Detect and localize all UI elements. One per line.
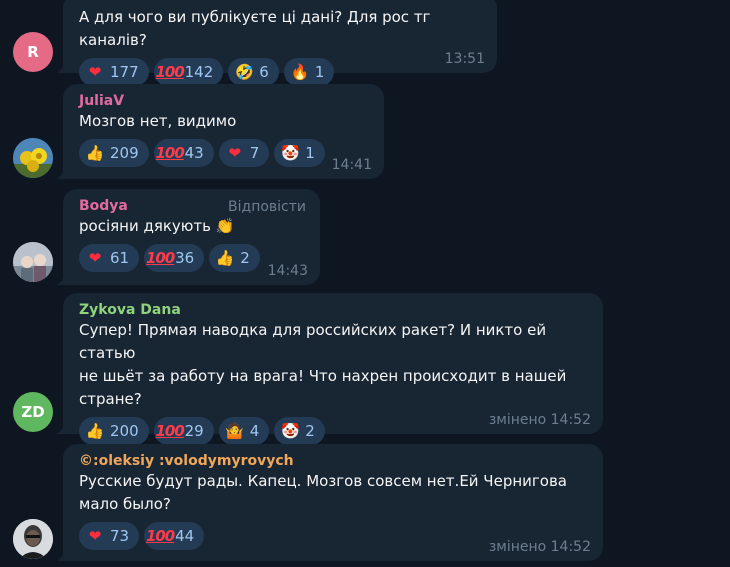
reaction-count: 200 xyxy=(110,422,139,440)
message-bubble[interactable]: ©:oleksiy :volodymyrovych Русские будут … xyxy=(63,444,603,561)
heart-icon: ❤ xyxy=(88,527,102,545)
reaction-thumbs-up[interactable]: 👍 209 xyxy=(79,139,149,167)
reaction-count: 73 xyxy=(110,527,130,545)
avatar-portrait-image xyxy=(13,519,53,559)
reaction-heart[interactable]: ❤ 177 xyxy=(79,58,149,86)
message-line: мало было? xyxy=(79,495,171,513)
bubble-tail xyxy=(56,551,64,561)
reaction-count: 142 xyxy=(184,63,214,81)
reaction-count: 7 xyxy=(249,144,260,162)
reaction-count: 2 xyxy=(240,249,250,267)
message-time: 14:41 xyxy=(331,157,372,173)
thumbs-up-icon: 👍 xyxy=(85,144,105,162)
thumbs-up-icon: 👍 xyxy=(215,249,235,267)
reaction-fire[interactable]: 🔥 1 xyxy=(283,58,335,86)
reaction-thumbs-up[interactable]: 👍 200 xyxy=(79,417,149,445)
message-bubble[interactable]: Bodya Відповісти росіяни дякують 👏 ❤ 61 1… xyxy=(63,189,320,285)
message-bubble[interactable]: Zykova Dana Супер! Прямая наводка для ро… xyxy=(63,293,603,445)
reaction-heart[interactable]: ❤ 73 xyxy=(79,522,140,550)
hundred-points-icon: 100 xyxy=(155,144,184,162)
bubble-tail xyxy=(56,63,64,73)
avatar[interactable] xyxy=(13,138,53,178)
message-line: Русские будут рады. Капец. Мозгов совсем… xyxy=(79,472,567,490)
avatar-initials: ZD xyxy=(21,403,45,421)
reactions-bar: ❤ 177 100 142 🤣 6 🔥 1 xyxy=(79,58,485,86)
bubble-tail xyxy=(56,424,64,434)
reaction-count: 1 xyxy=(305,144,315,162)
message-time: 13:51 xyxy=(444,51,485,67)
reaction-count: 4 xyxy=(249,422,260,440)
avatar[interactable]: R xyxy=(13,32,53,72)
reaction-rolling-laughing[interactable]: 🤣 6 xyxy=(228,58,279,86)
reaction-shrug[interactable]: 🤷 4 xyxy=(218,417,270,445)
reaction-count: 1 xyxy=(314,63,325,81)
hundred-points-icon: 100 xyxy=(155,422,184,440)
reaction-clown[interactable]: 🤡 2 xyxy=(274,417,325,445)
person-shrugging-icon: 🤷 xyxy=(225,422,245,440)
rolling-laughing-icon: 🤣 xyxy=(234,63,254,81)
sender-name[interactable]: Zykova Dana xyxy=(79,301,591,319)
avatar[interactable] xyxy=(13,519,53,559)
reaction-count: 29 xyxy=(184,422,204,440)
reaction-count: 2 xyxy=(305,422,315,440)
reaction-hundred[interactable]: 100 142 xyxy=(153,58,224,86)
heart-icon: ❤ xyxy=(228,144,242,162)
reaction-hundred[interactable]: 100 44 xyxy=(144,522,205,550)
message-text: росіяни дякують 👏 xyxy=(79,217,235,235)
heart-icon: ❤ xyxy=(88,63,102,81)
reaction-heart[interactable]: ❤ 61 xyxy=(79,244,140,272)
reaction-count: 177 xyxy=(110,63,139,81)
thumbs-up-icon: 👍 xyxy=(85,422,105,440)
message-text: А для чого ви публікуєте ці дані? Для ро… xyxy=(79,8,431,49)
avatar-photo-image xyxy=(13,242,53,282)
clown-face-icon: 🤡 xyxy=(280,422,300,440)
hundred-points-icon: 100 xyxy=(145,249,175,267)
hundred-points-icon: 100 xyxy=(145,527,175,545)
hundred-points-icon: 100 xyxy=(155,63,184,81)
reaction-hundred[interactable]: 100 36 xyxy=(144,244,205,272)
message-line: стране? xyxy=(79,390,142,408)
reaction-count: 44 xyxy=(175,527,195,545)
reaction-hundred[interactable]: 100 43 xyxy=(153,139,214,167)
message-text: Супер! Прямая наводка для российских рак… xyxy=(79,319,591,411)
message-time: змінено 14:52 xyxy=(488,412,591,428)
reactions-bar: 👍 209 100 43 ❤ 7 🤡 1 xyxy=(79,139,372,167)
sender-name[interactable]: ©:oleksiy :volodymyrovych xyxy=(79,452,591,470)
message-line: Супер! Прямая наводка для российских рак… xyxy=(79,321,547,362)
avatar[interactable]: ZD xyxy=(13,392,53,432)
avatar-flowers-image xyxy=(13,138,53,178)
clown-face-icon: 🤡 xyxy=(280,144,300,162)
bubble-tail xyxy=(56,169,64,179)
reaction-hundred[interactable]: 100 29 xyxy=(153,417,214,445)
message-time: змінено 14:52 xyxy=(488,539,591,555)
reply-button[interactable]: Відповісти xyxy=(228,199,306,215)
avatar[interactable] xyxy=(13,242,53,282)
reaction-count: 61 xyxy=(110,249,130,267)
message-line: не шьёт за работу на врага! Что нахрен п… xyxy=(79,367,567,385)
message-text: Русские будут рады. Капец. Мозгов совсем… xyxy=(79,470,591,516)
message-bubble[interactable]: А для чого ви публікуєте ці дані? Для ро… xyxy=(63,0,497,86)
sender-name[interactable]: JuliaV xyxy=(79,92,372,110)
reaction-clown[interactable]: 🤡 1 xyxy=(274,139,325,167)
reaction-thumbs-up[interactable]: 👍 2 xyxy=(209,244,260,272)
reaction-count: 209 xyxy=(110,144,139,162)
message-bubble[interactable]: JuliaV Мозгов нет, видимо 👍 209 100 43 ❤ 7 … xyxy=(63,84,384,179)
reaction-heart[interactable]: ❤ 7 xyxy=(218,139,270,167)
fire-icon: 🔥 xyxy=(290,63,310,81)
reaction-count: 36 xyxy=(175,249,195,267)
reaction-count: 6 xyxy=(259,63,269,81)
bubble-tail xyxy=(56,275,64,285)
message-time: 14:43 xyxy=(267,263,308,279)
reaction-count: 43 xyxy=(184,144,204,162)
message-text: Мозгов нет, видимо xyxy=(79,112,237,130)
avatar-initials: R xyxy=(27,43,39,61)
heart-icon: ❤ xyxy=(88,249,102,267)
